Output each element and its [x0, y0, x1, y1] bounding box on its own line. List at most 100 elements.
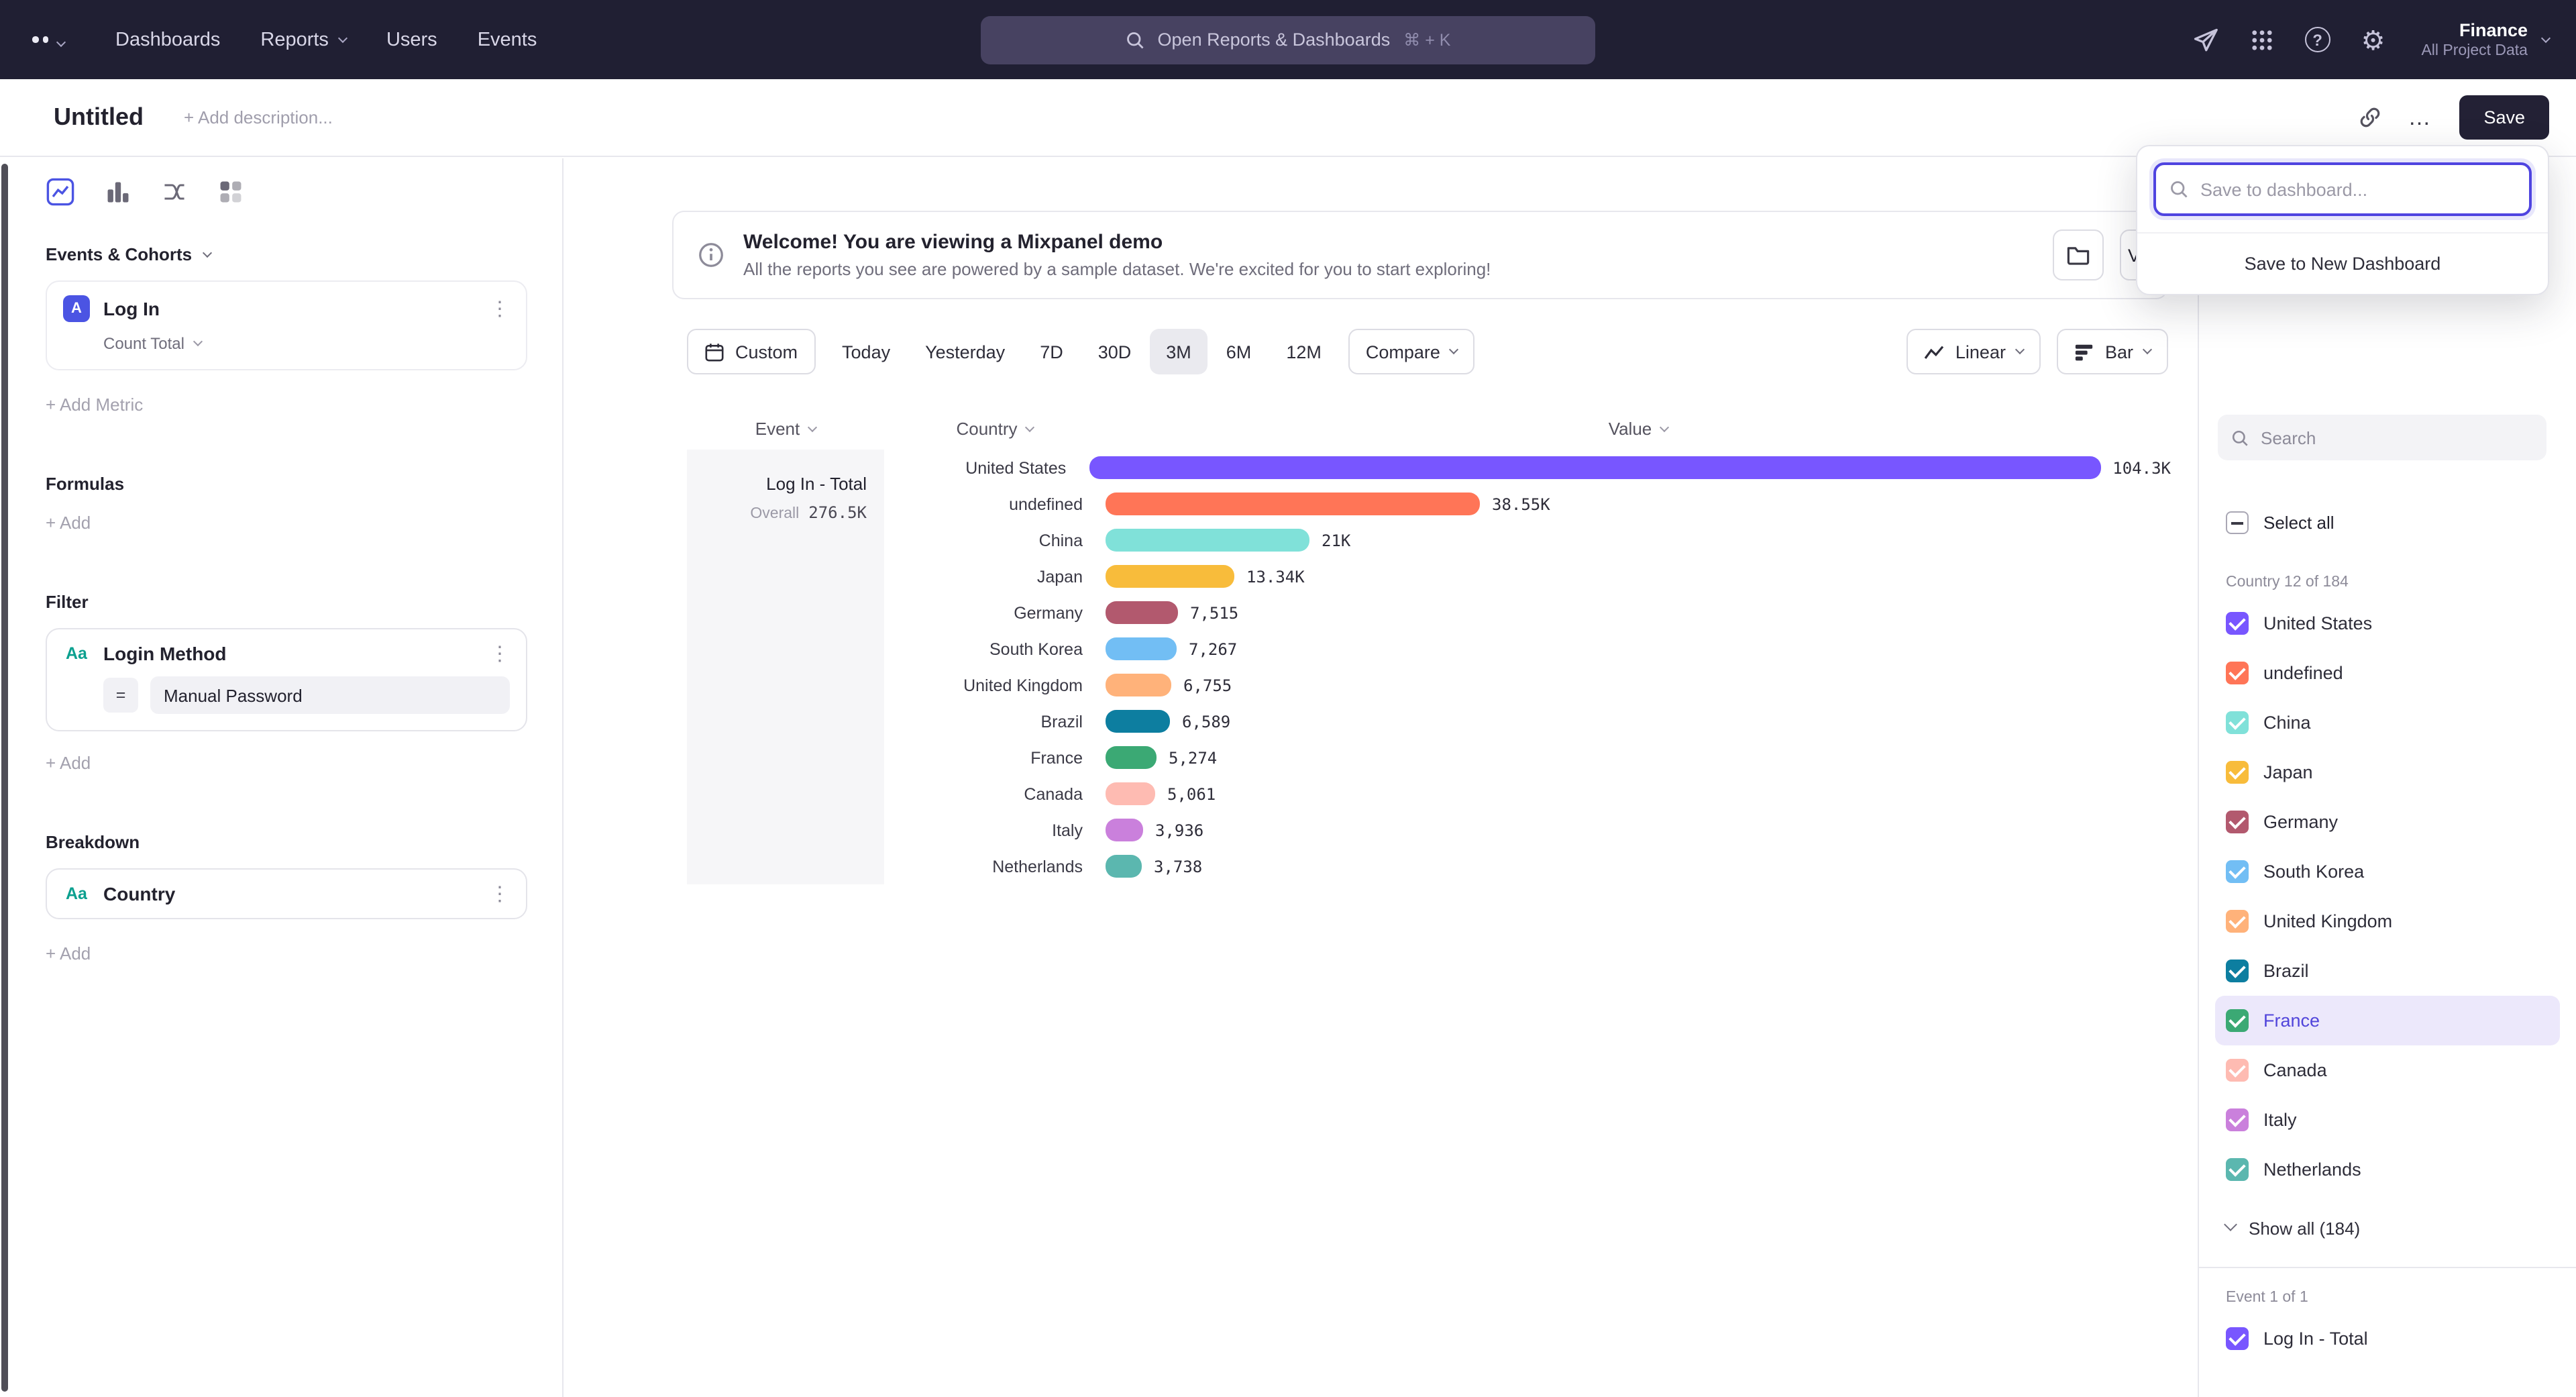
custom-date-button[interactable]: Custom	[687, 329, 815, 374]
metric-name[interactable]: Log In	[103, 298, 160, 319]
help-button[interactable]: ?	[2305, 27, 2330, 52]
nav-users[interactable]: Users	[386, 29, 437, 50]
chart-type-select[interactable]: Bar	[2057, 329, 2168, 374]
add-description[interactable]: + Add description...	[184, 107, 333, 127]
country-filter-item[interactable]: France	[2215, 996, 2560, 1045]
chart-bar[interactable]	[1106, 855, 1142, 878]
country-checkbox[interactable]	[2226, 1009, 2249, 1032]
project-switcher[interactable]: Finance All Project Data	[2421, 21, 2549, 58]
nav-reports[interactable]: Reports	[260, 29, 346, 50]
aggregation-selector[interactable]: Count Total	[103, 334, 510, 353]
event-series-name: Log In - Total	[687, 474, 867, 494]
chart-bar[interactable]	[1106, 529, 1309, 552]
date-range-yesterday[interactable]: Yesterday	[909, 329, 1021, 374]
app-menu-button[interactable]	[27, 34, 78, 46]
chart-bar[interactable]	[1106, 782, 1155, 805]
event-legend-item[interactable]: Log In - Total	[2215, 1314, 2560, 1363]
compare-button[interactable]: Compare	[1348, 329, 1475, 374]
filter-value[interactable]: Manual Password	[150, 676, 510, 714]
chart-bar[interactable]	[1106, 637, 1177, 660]
country-filter-item[interactable]: South Korea	[2215, 847, 2560, 896]
metric-kebab-menu[interactable]: ⋮	[490, 299, 510, 319]
chart-bar[interactable]	[1089, 456, 2100, 479]
report-type-funnels[interactable]	[105, 178, 131, 205]
show-all-button[interactable]: Show all (184)	[2226, 1205, 2360, 1251]
save-button[interactable]: Save	[2459, 95, 2549, 140]
country-filter-item[interactable]: Japan	[2215, 747, 2560, 797]
add-formula-button[interactable]: + Add	[46, 513, 91, 533]
country-checkbox[interactable]	[2226, 910, 2249, 933]
column-header-country[interactable]: Country	[884, 418, 1106, 438]
date-range-12m[interactable]: 12M	[1270, 329, 1338, 374]
add-metric-button[interactable]: + Add Metric	[46, 395, 143, 415]
report-type-flows[interactable]	[161, 178, 188, 205]
vertical-scrollbar[interactable]	[1, 164, 8, 1392]
breakdown-card[interactable]: Aa Country ⋮	[46, 868, 527, 919]
filter-card[interactable]: Aa Login Method ⋮ = Manual Password	[46, 628, 527, 731]
report-type-retention[interactable]	[217, 178, 244, 205]
country-checkbox[interactable]	[2226, 612, 2249, 635]
country-checkbox[interactable]	[2226, 860, 2249, 883]
value-scale-select[interactable]: Linear	[1907, 329, 2041, 374]
filter-kebab-menu[interactable]: ⋮	[490, 643, 510, 664]
send-feedback-button[interactable]	[2192, 26, 2219, 53]
country-filter-item[interactable]: Italy	[2215, 1095, 2560, 1145]
country-checkbox[interactable]	[2226, 711, 2249, 734]
select-all-checkbox[interactable]	[2226, 511, 2249, 534]
chart-bar[interactable]	[1106, 819, 1143, 841]
apps-grid-button[interactable]	[2250, 28, 2274, 52]
chart-bar[interactable]	[1106, 493, 1480, 515]
country-checkbox[interactable]	[2226, 960, 2249, 982]
event-summary-cell[interactable]: Log In - Total Overall276.5K	[687, 450, 884, 884]
country-filter-item[interactable]: China	[2215, 698, 2560, 747]
country-filter-item[interactable]: United States	[2215, 599, 2560, 648]
add-filter-button[interactable]: + Add	[46, 753, 91, 773]
legend-search-input[interactable]: Search	[2218, 415, 2546, 460]
date-range-30d[interactable]: 30D	[1082, 329, 1148, 374]
save-to-new-dashboard-item[interactable]: Save to New Dashboard	[2137, 232, 2548, 294]
country-checkbox[interactable]	[2226, 1158, 2249, 1181]
events-section-header[interactable]: Events & Cohorts	[46, 244, 527, 264]
breakdown-kebab-menu[interactable]: ⋮	[490, 884, 510, 904]
date-range-today[interactable]: Today	[826, 329, 906, 374]
date-range-6m[interactable]: 6M	[1210, 329, 1268, 374]
country-filter-item[interactable]: Canada	[2215, 1045, 2560, 1095]
report-type-insights[interactable]	[46, 177, 75, 207]
nav-events[interactable]: Events	[478, 29, 537, 50]
column-header-value[interactable]: Value	[1106, 418, 2171, 438]
country-label: China	[2263, 713, 2311, 733]
chart-bar[interactable]	[1106, 565, 1234, 588]
move-to-board-button[interactable]	[2053, 229, 2104, 280]
column-header-event[interactable]: Event	[687, 418, 884, 438]
breakdown-property-name[interactable]: Country	[103, 883, 175, 904]
country-checkbox[interactable]	[2226, 1059, 2249, 1082]
chart-bar[interactable]	[1106, 710, 1170, 733]
filter-operator[interactable]: =	[103, 678, 138, 713]
copy-link-button[interactable]	[2358, 106, 2381, 129]
country-checkbox[interactable]	[2226, 1108, 2249, 1131]
country-checkbox[interactable]	[2226, 761, 2249, 784]
report-title[interactable]: Untitled	[54, 103, 144, 132]
country-checkbox[interactable]	[2226, 662, 2249, 684]
chart-bar[interactable]	[1106, 746, 1157, 769]
country-checkbox[interactable]	[2226, 811, 2249, 833]
settings-button[interactable]: ⚙	[2361, 26, 2385, 53]
event-item-checkbox[interactable]	[2226, 1327, 2249, 1350]
select-all-row[interactable]: Select all	[2226, 511, 2560, 534]
nav-dashboards[interactable]: Dashboards	[115, 29, 220, 50]
country-filter-item[interactable]: Germany	[2215, 797, 2560, 847]
date-range-7d[interactable]: 7D	[1024, 329, 1079, 374]
country-filter-item[interactable]: undefined	[2215, 648, 2560, 698]
global-search[interactable]: Open Reports & Dashboards ⌘ + K	[981, 15, 1595, 64]
add-breakdown-button[interactable]: + Add	[46, 943, 91, 964]
save-dashboard-search-input[interactable]: Save to dashboard...	[2153, 162, 2532, 216]
filter-property-name[interactable]: Login Method	[103, 643, 227, 664]
country-filter-item[interactable]: Netherlands	[2215, 1145, 2560, 1194]
country-filter-item[interactable]: Brazil	[2215, 946, 2560, 996]
date-range-3m[interactable]: 3M	[1150, 329, 1208, 374]
chart-bar[interactable]	[1106, 601, 1178, 624]
country-filter-item[interactable]: United Kingdom	[2215, 896, 2560, 946]
metric-card[interactable]: A Log In ⋮ Count Total	[46, 280, 527, 370]
more-actions-button[interactable]: …	[2408, 104, 2432, 131]
chart-bar[interactable]	[1106, 674, 1171, 696]
